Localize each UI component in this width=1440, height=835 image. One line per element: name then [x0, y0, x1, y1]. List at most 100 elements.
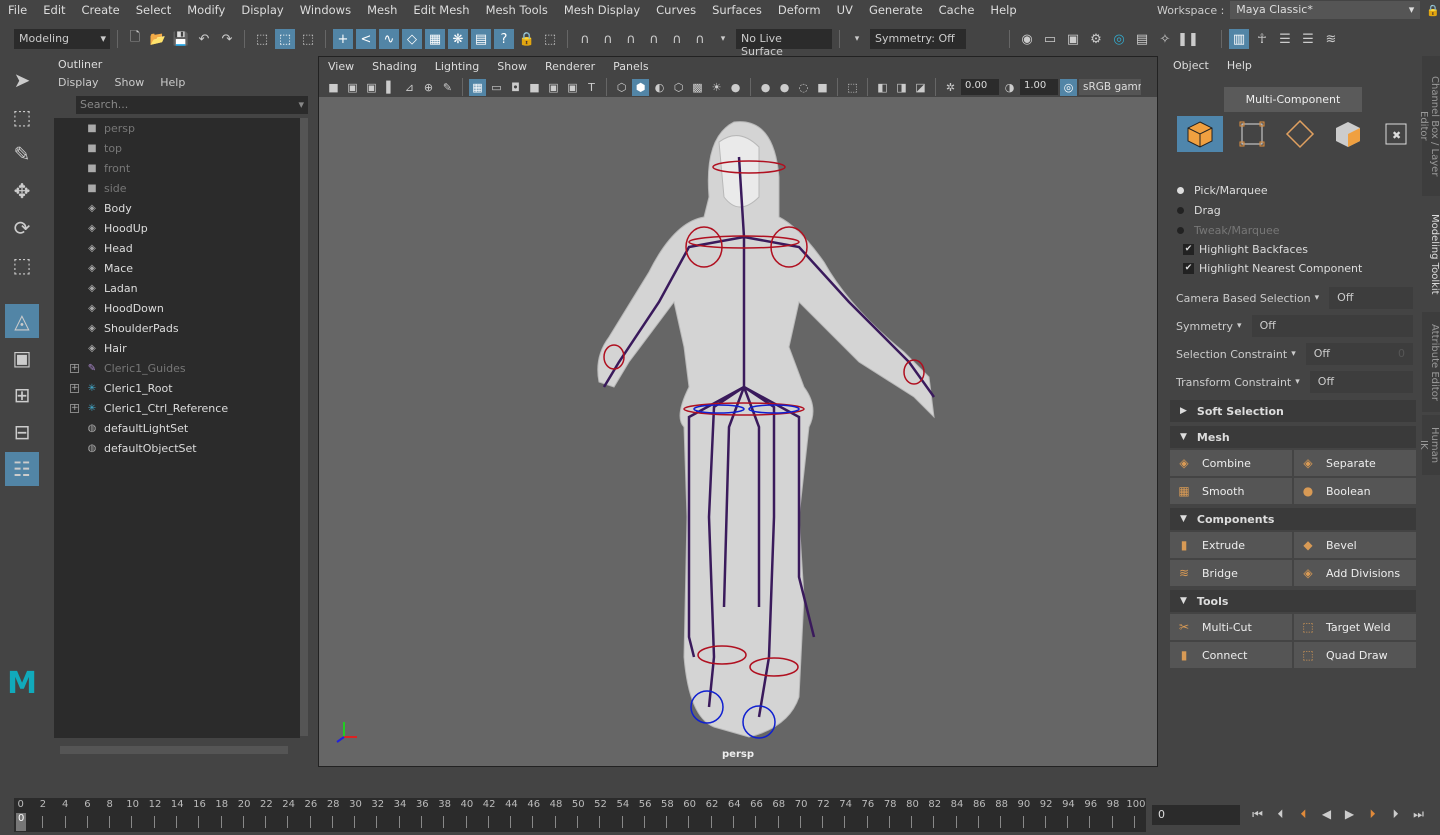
boolean-button[interactable]: ● Boolean	[1294, 478, 1416, 504]
outliner-layout-icon[interactable]: ☷	[5, 452, 39, 486]
bridge-button[interactable]: ≋ Bridge	[1170, 560, 1292, 586]
default-material-icon[interactable]: ◐	[651, 79, 668, 96]
step-forward-key-icon[interactable]: ⏵	[1363, 804, 1382, 824]
camera-attributes-icon[interactable]: ▣	[363, 79, 380, 96]
menu-uv[interactable]: UV	[829, 3, 861, 17]
chevron-down-icon[interactable]: ▾	[1291, 349, 1296, 359]
render-frame-icon[interactable]: ▭	[1040, 29, 1060, 49]
select-misc-icon[interactable]: ?	[494, 29, 514, 49]
camera-select-icon[interactable]: ■	[325, 79, 342, 96]
safe-action-icon[interactable]: ▣	[564, 79, 581, 96]
move-tool-icon[interactable]: ✥	[5, 174, 39, 208]
menu-windows[interactable]: Windows	[292, 3, 359, 17]
symmetry-field[interactable]: Symmetry: Off	[870, 29, 966, 49]
add-divisions-button[interactable]: ◈ Add Divisions	[1294, 560, 1416, 586]
option-value[interactable]: Off 0	[1305, 343, 1413, 365]
menu-help[interactable]: Help	[982, 3, 1024, 17]
film-gate-icon[interactable]: ▭	[488, 79, 505, 96]
select-dynamics-icon[interactable]: ❋	[448, 29, 468, 49]
select-joint-icon[interactable]: <	[356, 29, 376, 49]
viewport-menu-shading[interactable]: Shading	[372, 60, 417, 74]
rotate-tool-icon[interactable]: ⟳	[5, 211, 39, 245]
render-settings-icon[interactable]: ⚙	[1086, 29, 1106, 49]
outliner-hscrollbar[interactable]	[60, 746, 288, 754]
viewport-menu-panels[interactable]: Panels	[613, 60, 648, 74]
xray-components-icon[interactable]: ◪	[912, 79, 929, 96]
ipr-render-icon[interactable]: ▣	[1063, 29, 1083, 49]
menu-mesh-tools[interactable]: Mesh Tools	[478, 3, 556, 17]
step-forward-frame-icon[interactable]: ⏵	[1386, 804, 1405, 824]
menu-generate[interactable]: Generate	[861, 3, 931, 17]
image-plane-icon[interactable]: ⊿	[401, 79, 418, 96]
xray-joints-icon[interactable]: ◨	[893, 79, 910, 96]
viewport-menu-show[interactable]: Show	[497, 60, 527, 74]
section-mesh[interactable]: ▼ Mesh	[1170, 426, 1416, 448]
redo-icon[interactable]: ↷	[217, 29, 237, 49]
menu-display[interactable]: Display	[233, 3, 291, 17]
soft-selection-section[interactable]: ▶ Soft Selection	[1170, 400, 1416, 422]
step-back-frame-icon[interactable]: ⏴	[1271, 804, 1290, 824]
character-controls-icon[interactable]: ☥	[1252, 29, 1272, 49]
textured-icon[interactable]: ▩	[689, 79, 706, 96]
checkbox-highlight-backfaces[interactable]: ✔ Highlight Backfaces	[1163, 240, 1421, 259]
lock-icon[interactable]: 🔒	[1426, 4, 1440, 17]
outliner-item[interactable]: ■ side	[54, 178, 300, 198]
menuset-dropdown[interactable]: Modeling ▾	[14, 29, 110, 49]
outliner-item[interactable]: ◈ Head	[54, 238, 300, 258]
wireframe-on-shaded-icon[interactable]: ⬡	[670, 79, 687, 96]
outliner-item[interactable]: ■ top	[54, 138, 300, 158]
viewport-canvas[interactable]: persp	[319, 97, 1157, 766]
toolkit-menu-help[interactable]: Help	[1227, 59, 1252, 73]
outliner-item[interactable]: ■ front	[54, 158, 300, 178]
render-view-icon[interactable]: ◉	[1017, 29, 1037, 49]
menu-edit-mesh[interactable]: Edit Mesh	[405, 3, 477, 17]
menu-modify[interactable]: Modify	[179, 3, 233, 17]
select-tool-icon[interactable]: ➤	[5, 63, 39, 97]
isolate-select-icon[interactable]: ⬚	[844, 79, 861, 96]
select-surface-icon[interactable]: ◇	[402, 29, 422, 49]
pause-icon[interactable]: ❚❚	[1177, 29, 1199, 49]
viewport-menu-view[interactable]: View	[328, 60, 354, 74]
lock-selection-icon[interactable]: 🔒	[517, 29, 537, 49]
menu-deform[interactable]: Deform	[770, 3, 829, 17]
smooth-shade-icon[interactable]: ⬢	[632, 78, 649, 96]
gamma-icon[interactable]: ◑	[1001, 79, 1018, 96]
select-curve-icon[interactable]: ∿	[379, 29, 399, 49]
chevron-down-icon[interactable]: ▾	[1295, 377, 1300, 387]
paint-select-icon[interactable]: ✎	[5, 137, 39, 171]
side-tab-channel-box-layer-editor[interactable]: Channel Box / Layer Editor	[1418, 56, 1440, 196]
snap-view-plane-icon[interactable]: ∩	[667, 29, 687, 49]
tool-settings-icon[interactable]: ☰	[1298, 29, 1318, 49]
scale-tool-icon[interactable]: ⬚	[5, 248, 39, 282]
chevron-down-icon[interactable]: ▾	[713, 29, 733, 49]
select-deform-icon[interactable]: ▦	[425, 29, 445, 49]
select-handle-icon[interactable]: +	[333, 29, 353, 49]
multi-component-button[interactable]: Multi-Component	[1224, 87, 1362, 112]
chevron-down-icon[interactable]: ▾	[1237, 321, 1242, 331]
layout-two-icon[interactable]: ⊟	[5, 415, 39, 449]
expand-icon[interactable]: +	[70, 363, 79, 373]
bookmark-icon[interactable]: ▌	[382, 79, 399, 96]
light-editor-icon[interactable]: ✧	[1155, 29, 1175, 49]
select-object-icon[interactable]: ⬚	[275, 29, 295, 49]
viewport-menu-lighting[interactable]: Lighting	[435, 60, 479, 74]
face-mode-icon[interactable]	[1329, 116, 1367, 152]
xray-icon[interactable]: ◧	[874, 79, 891, 96]
live-surface-icon[interactable]: ∩	[690, 29, 710, 49]
highlight-selection-icon[interactable]: ⬚	[540, 29, 560, 49]
radio-tweak-marquee[interactable]: Tweak/Marquee	[1163, 220, 1421, 240]
smooth-button[interactable]: ▦ Smooth	[1170, 478, 1292, 504]
chevron-down-icon[interactable]: ▾	[847, 29, 867, 49]
outliner-item[interactable]: ◈ Hair	[54, 338, 300, 358]
character-model[interactable]	[319, 97, 1157, 766]
radio-drag[interactable]: Drag	[1163, 200, 1421, 220]
open-scene-icon[interactable]: 📂	[148, 29, 168, 49]
side-tab-human-ik[interactable]: Human IK	[1418, 415, 1440, 475]
object-mode-icon[interactable]	[1177, 116, 1223, 152]
chevron-down-icon[interactable]: ▾	[1315, 293, 1320, 303]
outliner-item[interactable]: + ✳ Cleric1_Root	[54, 378, 300, 398]
save-scene-icon[interactable]: 💾	[171, 29, 191, 49]
snap-point-icon[interactable]: ∩	[621, 29, 641, 49]
menu-curves[interactable]: Curves	[648, 3, 704, 17]
combine-button[interactable]: ◈ Combine	[1170, 450, 1292, 476]
